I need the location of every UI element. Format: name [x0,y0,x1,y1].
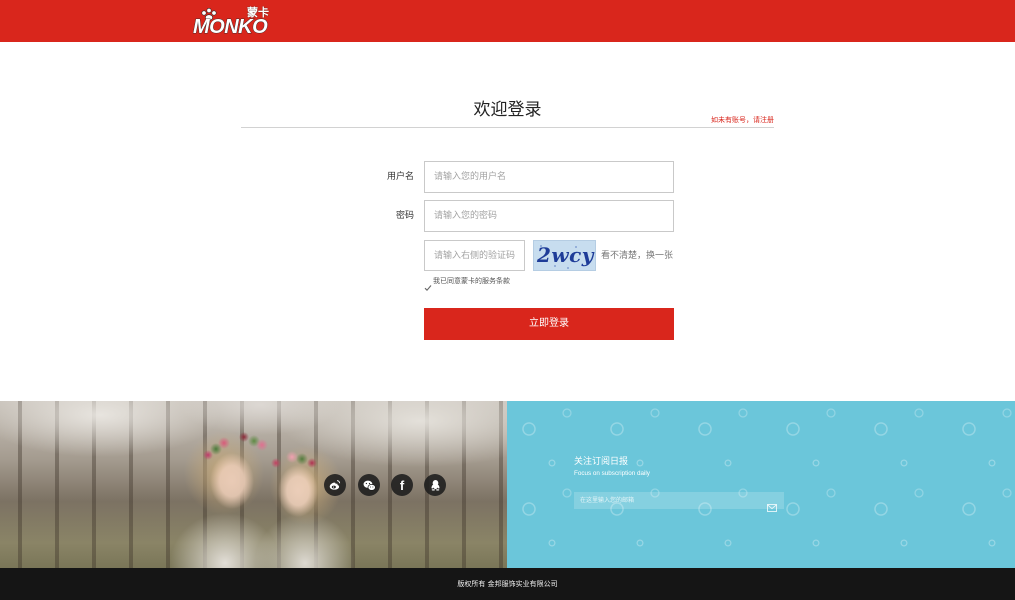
title-divider [241,127,774,128]
username-input[interactable] [424,161,674,193]
captcha-image[interactable]: 2wcy [533,240,596,271]
register-link[interactable]: 如未有账号，请注册 [690,115,774,125]
checkmark-icon [424,285,432,292]
password-label: 密码 [395,211,414,221]
email-submit-button[interactable] [767,497,777,512]
logo-cn-text: 蒙卡 [247,6,269,19]
captcha-input[interactable] [424,240,525,271]
agree-checkbox[interactable] [424,277,432,292]
wechat-icon [363,480,376,491]
captcha-refresh-link[interactable]: 看不清楚，换一张 [601,250,673,262]
username-label: 用户名 [386,172,414,182]
agree-terms-label: 我已同意蒙卡的服务条款 [433,277,510,285]
copyright-text: 版权所有 金邦服饰实业有限公司 [457,580,558,588]
weibo-icon [329,480,341,490]
qq-icon [431,479,439,491]
footer-photo: f [0,401,507,568]
wechat-button[interactable] [358,474,380,496]
brand-logo[interactable]: MONKO 蒙卡 [192,2,274,39]
top-header: MONKO 蒙卡 [0,0,1015,42]
qq-button[interactable] [424,474,446,496]
subscribe-panel: 关注订阅日报 Focus on subscription daily [507,401,1015,568]
envelope-icon [767,504,777,512]
password-input[interactable] [424,200,674,232]
weibo-button[interactable] [324,474,346,496]
subscribe-subtitle: Focus on subscription daily [574,470,650,477]
footer-bar: 版权所有 金邦服饰实业有限公司 [0,568,1015,600]
login-button[interactable]: 立即登录 [424,308,674,340]
logo-wordmark: MONKO [193,16,268,38]
facebook-icon: f [399,477,405,493]
email-input[interactable] [574,492,784,509]
subscribe-title: 关注订阅日报 [574,457,629,467]
captcha-code: 2wcy [537,243,594,267]
facebook-button[interactable]: f [391,474,413,496]
